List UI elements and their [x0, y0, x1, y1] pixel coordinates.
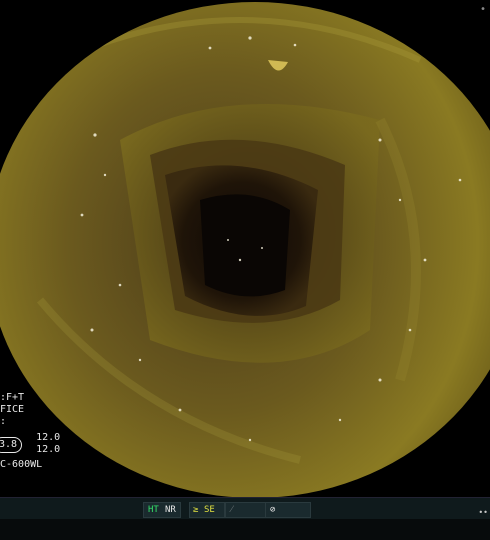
setting-values: 12.0 12.0: [36, 432, 60, 456]
no-sign-icon: ⊘: [270, 505, 276, 515]
endoscopic-image: [0, 2, 490, 498]
status-bar: HT NR ≥ SE ⁄ ⊘: [0, 497, 490, 519]
procedure-info-overlay: :F+T FICE : 3.8 12.0 12.0 C-600WL: [0, 392, 60, 471]
right-edge-mark: ••: [478, 508, 488, 517]
flash-icon: ⁄: [231, 505, 233, 515]
info-line: :: [0, 416, 7, 427]
scope-icon: ≥: [193, 505, 199, 515]
corner-mark: •: [479, 4, 486, 15]
endoscope-viewport: • :F+T FICE : 3.8 12.0 12.0 C-600WL HT N…: [0, 0, 490, 540]
fice-line: FICE: [0, 404, 25, 415]
bottom-strip: [0, 519, 490, 540]
mode-line: :F+T: [0, 392, 25, 403]
flash-group: ⁄: [225, 502, 267, 518]
ht-indicator: HT: [148, 505, 159, 515]
nr-indicator: NR: [165, 505, 176, 515]
value-bottom: 12.0: [36, 444, 61, 455]
setting-badge: 3.8: [0, 437, 23, 453]
se-indicator: SE: [204, 505, 215, 515]
scope-model: C-600WL: [0, 459, 43, 470]
se-group: ≥ SE: [189, 502, 225, 518]
setting-row: 3.8 12.0 12.0: [0, 432, 60, 456]
disabled-group: ⊘: [265, 502, 311, 518]
ht-nr-group: HT NR: [143, 502, 181, 518]
value-top: 12.0: [36, 432, 61, 443]
